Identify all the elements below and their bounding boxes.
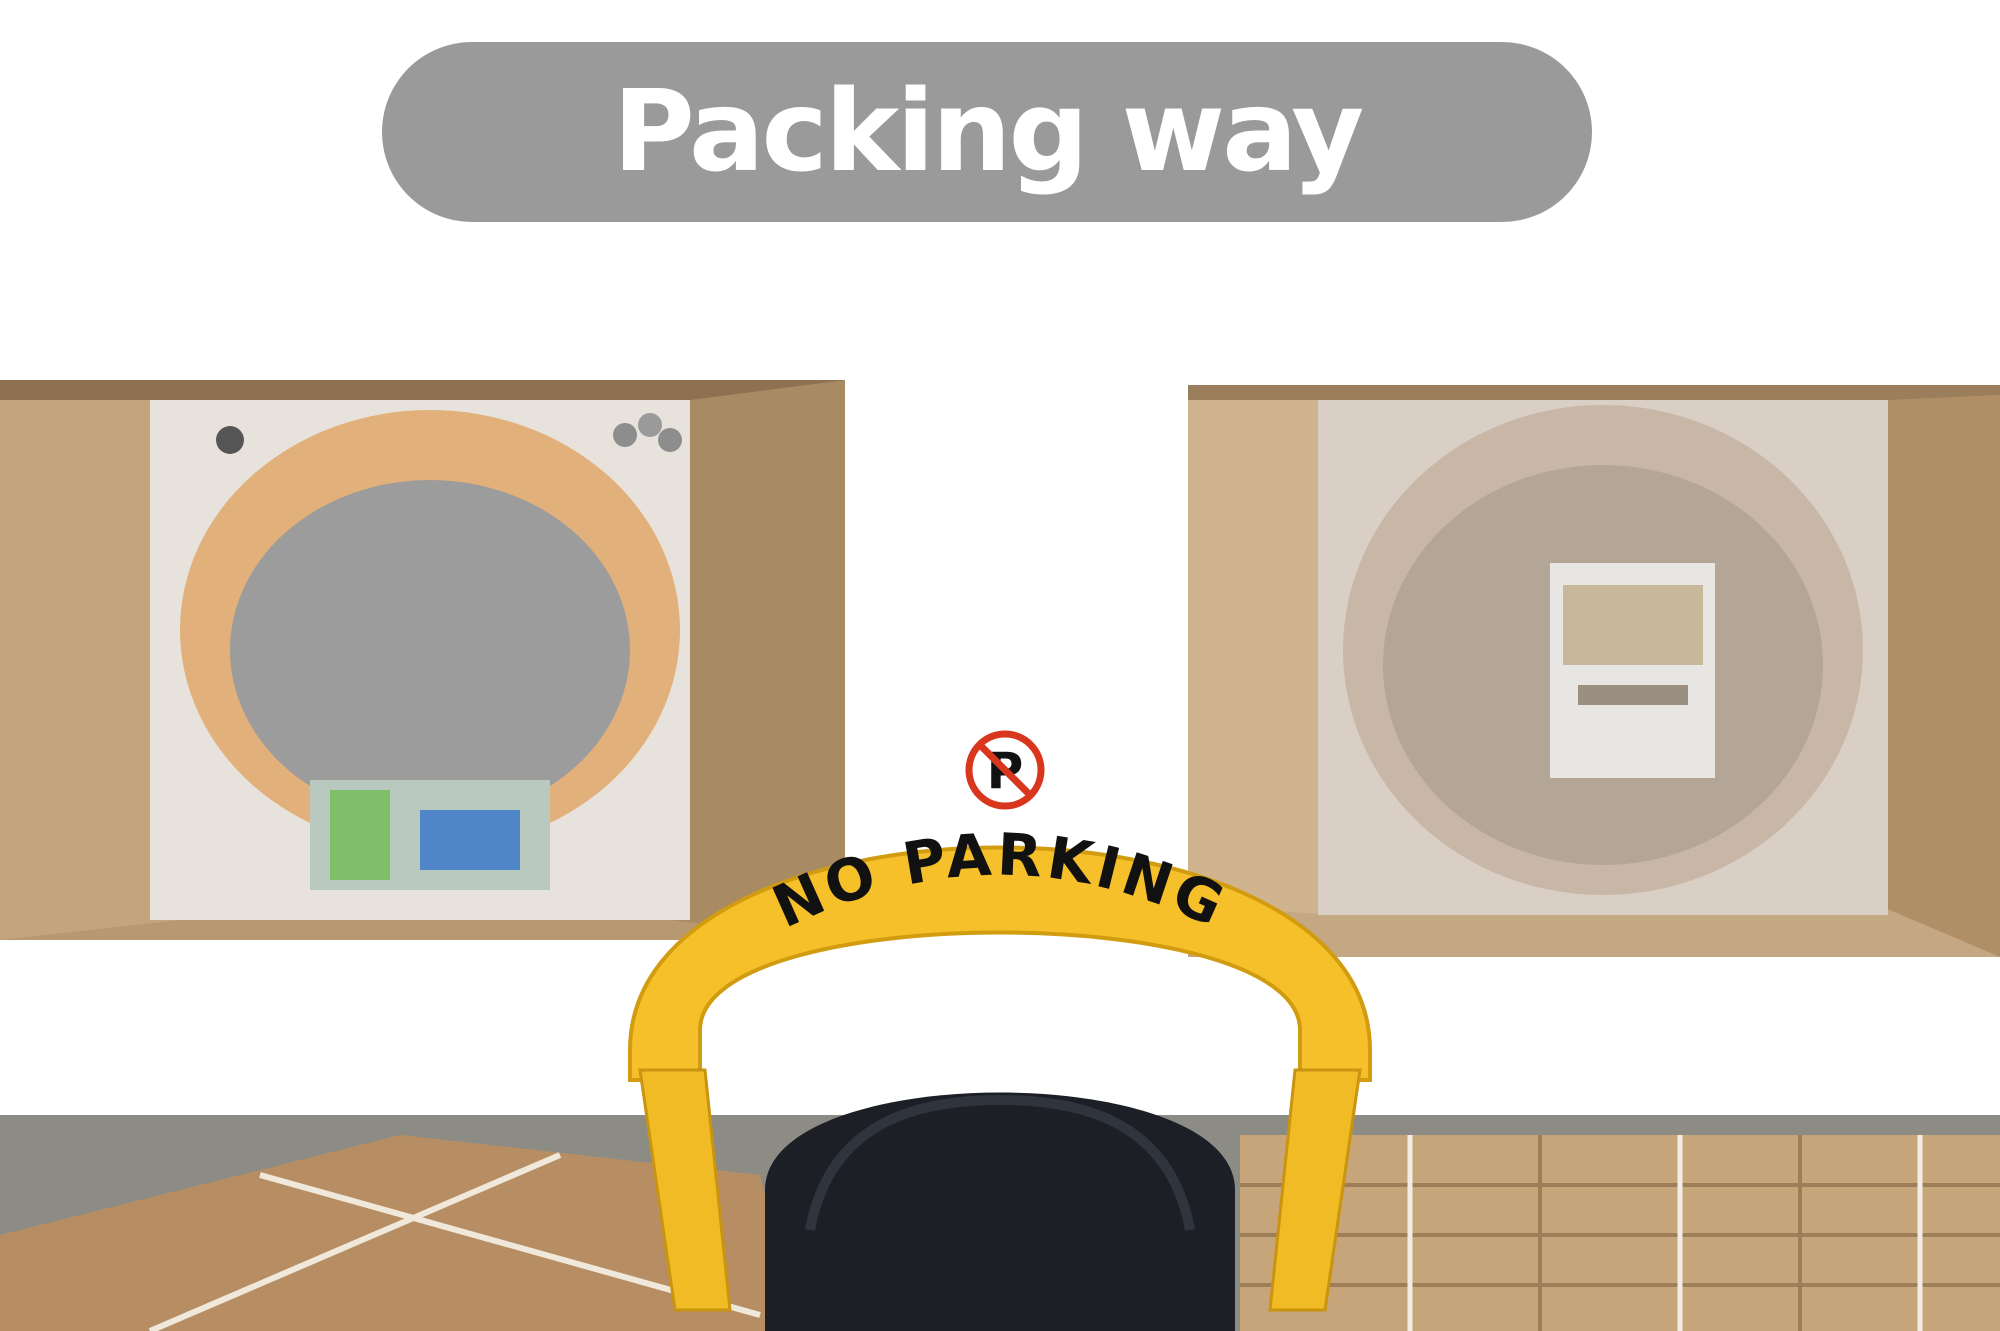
- packing-way-banner: Packing way: [382, 42, 1592, 222]
- banner-title: Packing way: [612, 67, 1364, 197]
- parking-lock-product: P NO PARKING: [600, 670, 1400, 1331]
- no-parking-icon: P: [965, 730, 1045, 810]
- lock-body: [765, 1092, 1235, 1331]
